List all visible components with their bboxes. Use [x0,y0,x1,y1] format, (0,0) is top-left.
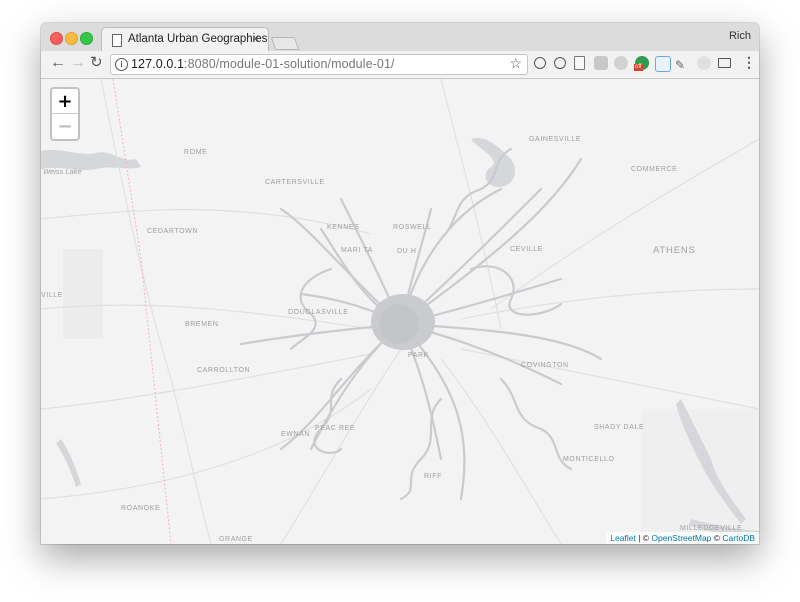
place-milledgeville: MILLEDGEVILLE [680,525,743,532]
basemap[interactable] [41,79,759,544]
place-newnan: EWNAN [281,431,311,438]
attribution-copyright: © [711,533,723,543]
place-duluth: DU H [397,248,417,255]
extension-toggle-icon[interactable]: off [634,56,649,71]
place-lagrange: GRANGE [219,536,253,543]
openstreetmap-link[interactable]: OpenStreetMap [651,533,711,543]
place-piedmont: VILLE [41,292,64,299]
map-attribution: Leaflet | © OpenStreetMap © CartoDB [606,532,759,544]
place-gainesville: GAINESVILLE [529,136,582,143]
cast-icon[interactable] [718,58,731,68]
place-carrollton: CARROLLTON [197,367,251,374]
profile-name[interactable]: Rich [729,30,751,42]
browser-window: Atlanta Urban Geographies × Rich ← → ↻ i… [41,23,759,544]
url-text[interactable]: 127.0.0.1:8080/module-01-solution/module… [131,57,395,71]
new-tab-button[interactable] [270,37,300,50]
place-peachtree: PEAC REE [315,425,356,432]
url-path: :8080/module-01-solution/module-01/ [184,57,395,71]
tab-title: Atlanta Urban Geographies [128,33,268,45]
back-icon[interactable]: ← [50,54,66,72]
extension-page-icon[interactable] [574,56,585,70]
maximize-window-button[interactable] [80,32,93,45]
minimize-window-button[interactable] [65,32,78,45]
star-icon[interactable]: ☆ [509,55,522,72]
extension-link-icon[interactable] [697,56,711,70]
title-bar: Atlanta Urban Geographies × Rich [41,23,759,54]
place-bremen: BREMEN [185,321,219,328]
kebab-menu-icon[interactable]: ⋮ [742,54,756,71]
zoom-control: + − [50,87,80,141]
place-douglasville: DOUGLASVILLE [288,309,349,316]
place-shady-dale: SHADY DALE [594,424,645,431]
extension-bookmark-icon[interactable] [655,56,671,72]
document-icon [112,34,122,47]
place-weiss-lake: Weiss Lake [43,167,82,176]
browser-toolbar: ← → ↻ i 127.0.0.1:8080/module-01-solutio… [41,51,759,79]
tab-close-icon[interactable]: × [252,31,260,46]
tab-atlanta-urban-geographies[interactable]: Atlanta Urban Geographies × [101,27,269,54]
address-bar[interactable]: i 127.0.0.1:8080/module-01-solution/modu… [110,54,528,75]
place-monticello: MONTICELLO [563,456,615,463]
atlanta-core-inner [379,304,419,344]
place-cedartown: CEDARTOWN [147,228,199,235]
extension-badge: off [634,64,643,71]
extension-sync-icon[interactable] [534,57,546,69]
leaflet-link[interactable]: Leaflet [610,533,636,543]
info-icon[interactable]: i [115,58,128,71]
map-container[interactable]: GAINESVILLE ROME Weiss Lake COMMERCE CAR… [41,79,759,544]
place-cartersville: CARTERSVILLE [265,179,325,186]
place-rome: ROME [184,149,208,156]
place-kennesaw: KENNES [327,224,360,231]
place-covington: COVINGTON [521,362,569,369]
land-patch [63,249,103,339]
place-griffin: RIFF [424,473,442,480]
attribution-separator: | © [635,533,652,543]
place-forest-park: PARK [408,352,429,359]
url-host: 127.0.0.1 [131,57,185,71]
cartodb-link[interactable]: CartoDB [722,533,755,543]
zoom-in-button[interactable]: + [52,89,78,114]
place-roanoke: ROANOKE [121,505,161,512]
close-window-button[interactable] [50,32,63,45]
place-roswell: ROSWELL [393,224,432,231]
extension-info-icon[interactable] [554,57,566,69]
forward-icon[interactable]: → [70,54,86,72]
place-commerce: COMMERCE [631,166,678,173]
place-athens: ATHENS [653,245,696,256]
extension-pen-icon[interactable]: ✎ [675,56,689,72]
place-marietta: MARI TA [341,247,373,254]
reload-icon[interactable]: ↻ [90,54,103,72]
extension-cloud-icon[interactable] [614,56,628,70]
extension-drive-icon[interactable] [594,56,608,70]
zoom-out-button[interactable]: − [52,114,78,139]
place-lawrenceville: CEVILLE [510,246,543,253]
